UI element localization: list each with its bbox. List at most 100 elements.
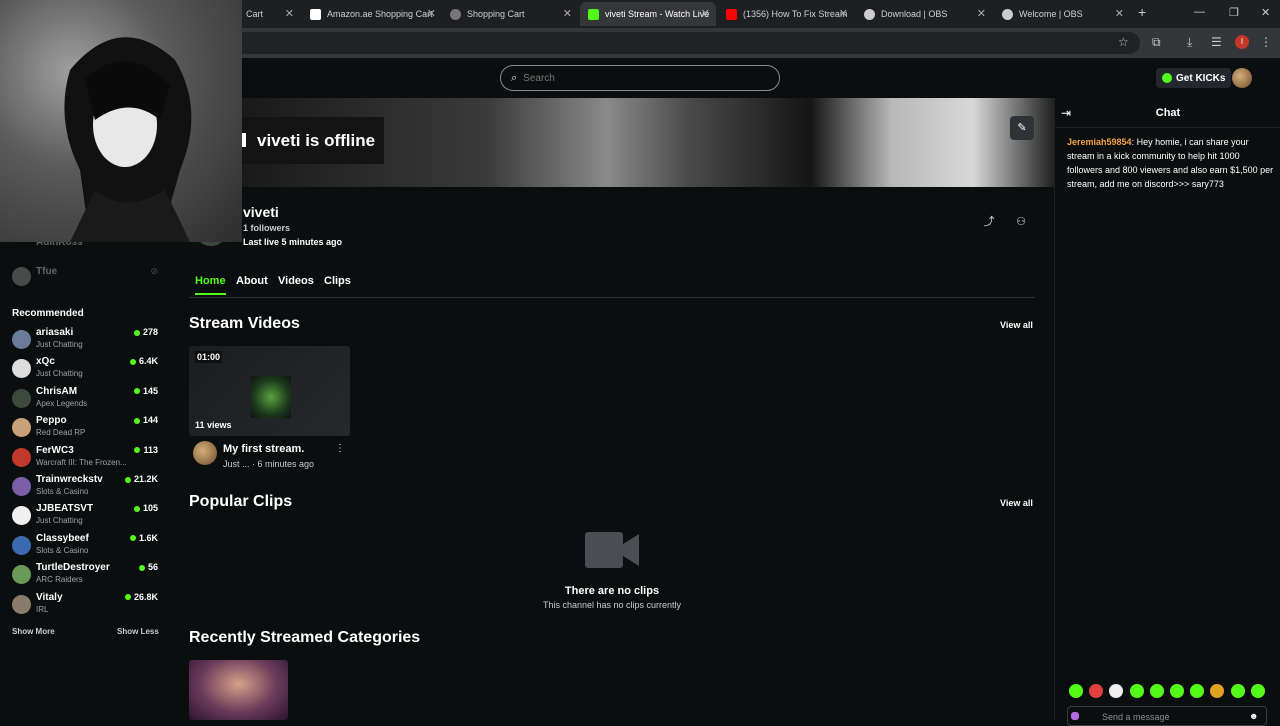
chat-input[interactable]: Send a message [1067,706,1267,726]
emote-icon[interactable] [1170,684,1184,698]
channel-category: IRL [36,604,49,614]
share-icon[interactable]: ⤴ [979,212,999,232]
new-tab-button[interactable]: + [1138,4,1146,20]
browser-tab-amazon[interactable]: Amazon.ae Shopping Cart ✕ [302,2,442,26]
show-more-button[interactable]: Show More [12,627,55,636]
avatar [12,565,31,585]
sidebar-item-recommended[interactable]: Classybeef Slots & Casino 1.6K [10,533,162,561]
video-title[interactable]: My first stream. [223,443,304,455]
channel-name: FerWC3 [36,444,74,456]
sidebar-item-recommended[interactable]: FerWC3 Warcraft III: The Frozen... 113 [10,445,162,473]
emote-icon[interactable] [1210,684,1225,698]
category-thumbnail[interactable] [189,660,288,720]
channel-category: Red Dead RP [36,428,86,438]
video-duration: 01:00 [195,351,223,363]
get-kicks-button[interactable]: Get KICKs [1156,68,1232,88]
browser-tab-obs-welcome[interactable]: Welcome | OBS ✕ [994,2,1130,26]
avatar [12,447,31,467]
sidebar-item-recommended[interactable]: JJBEATSVT Just Chatting 105 [10,503,162,531]
download-icon[interactable]: ⤓ [1187,35,1192,50]
channel-name: Tfue [36,266,58,277]
extensions-icon[interactable]: ⧉ [1152,35,1161,50]
emote-icon[interactable] [1069,684,1083,698]
sidebar-item-recommended[interactable]: ariasaki Just Chatting 278 [10,327,162,355]
browser-tab-obs-download[interactable]: Download | OBS ✕ [856,2,992,26]
tab-clips[interactable]: Clips [324,275,351,287]
avatar[interactable] [193,441,217,465]
offline-icon: ⊘ [150,266,158,276]
show-less-button[interactable]: Show Less [117,627,159,636]
close-window-icon[interactable]: ✕ [1261,6,1270,19]
more-options-icon[interactable]: ⋮ [335,443,345,454]
user-avatar[interactable] [1232,68,1252,88]
channel-name: xQc [36,356,55,368]
tab-about[interactable]: About [236,275,268,287]
emote-icon[interactable] [1190,684,1205,698]
view-all-videos-link[interactable]: View all [1000,320,1033,330]
sidebar-item-recommended[interactable]: ChrisAM Apex Legends 145 [10,386,162,414]
close-icon[interactable]: ✕ [1115,7,1124,20]
edit-banner-button[interactable]: ✎ [1010,116,1034,140]
sidebar-item-recommended[interactable]: TurtleDestroyer ARC Raiders 56 [10,562,162,590]
viewer-count: 1.6K [130,533,158,543]
sidebar-item-following[interactable]: Tfue ⊘ [10,264,162,292]
sidebar-item-recommended[interactable]: Vitaly IRL 26.8K [10,592,162,620]
close-icon[interactable]: ✕ [977,7,986,20]
close-icon[interactable]: ✕ [701,7,710,20]
sidebar-item-recommended[interactable]: Peppo Red Dead RP 144 [10,415,162,443]
sidebar-item-recommended[interactable]: Trainwreckstv Slots & Casino 21.2K [10,474,162,502]
manage-user-icon[interactable]: ⚇ [1011,212,1031,232]
tab-videos[interactable]: Videos [278,275,314,287]
thumbnail-image [251,376,291,418]
video-views: 11 views [195,420,232,430]
browser-tab-kick[interactable]: viveti Stream - Watch Live ✕ [580,2,716,26]
menu-icon[interactable]: ⋮ [1260,35,1272,49]
video-thumbnail[interactable]: 01:00 11 views [189,346,350,436]
globe-icon [450,8,461,20]
search-input[interactable] [523,72,764,84]
viewer-count: 6.4K [130,356,158,366]
popular-clips-title: Popular Clips [189,493,293,510]
emote-icon[interactable] [1149,684,1164,698]
star-icon[interactable]: ☆ [1118,35,1129,49]
avatar [12,359,31,379]
browser-tab-shopping-cart[interactable]: Shopping Cart ✕ [442,2,578,26]
emote-icon[interactable] [1089,684,1104,698]
chat-message: Jeremiah59854: Hey homie, i can share yo… [1067,135,1275,191]
channel-name: Classybeef [36,532,89,544]
search-bar[interactable]: ⌕ [500,65,780,91]
maximize-icon[interactable]: ❐ [1229,6,1239,19]
minimize-icon[interactable]: — [1194,6,1205,18]
avatar [12,506,31,526]
emote-icon[interactable] [1109,684,1124,698]
profile-avatar[interactable]: I [1235,35,1249,49]
offline-badge: viveti is offline [240,117,384,164]
viewer-count: 21.2K [125,474,158,484]
offline-label: viveti is offline [257,130,376,150]
tab-home[interactable]: Home [195,275,226,295]
channel-name: JJBEATSVT [36,503,94,515]
browser-tab-cart[interactable]: Cart ✕ [238,2,300,26]
chat-title: Chat [1155,107,1181,119]
view-all-clips-link[interactable]: View all [1000,498,1033,508]
video-category[interactable]: Just ... [223,459,250,469]
chat-username[interactable]: Jeremiah59854 [1067,137,1132,147]
recent-categories-title: Recently Streamed Categories [189,629,421,646]
last-live: Last live 5 minutes ago [243,237,343,247]
channel-name: TurtleDestroyer [36,562,110,574]
emote-icon[interactable] [1230,684,1245,698]
media-icon[interactable]: ☰ [1211,35,1222,49]
viewer-count: 113 [134,445,158,455]
close-icon[interactable]: ✕ [427,7,436,20]
sidebar-item-recommended[interactable]: xQc Just Chatting 6.4K [10,356,162,384]
close-icon[interactable]: ✕ [563,7,572,20]
chat-header: ⇥ Chat [1055,98,1280,128]
channel-category: Just Chatting [36,340,83,349]
emote-icon[interactable] [1129,684,1144,698]
close-icon[interactable]: ✕ [285,7,294,20]
stream-videos-title: Stream Videos [189,315,300,332]
emote-icon[interactable] [1250,684,1265,698]
browser-tab-youtube[interactable]: (1356) How To Fix Stream ✕ [718,2,854,26]
follower-count: 1 followers [243,223,291,233]
close-icon[interactable]: ✕ [839,7,848,20]
